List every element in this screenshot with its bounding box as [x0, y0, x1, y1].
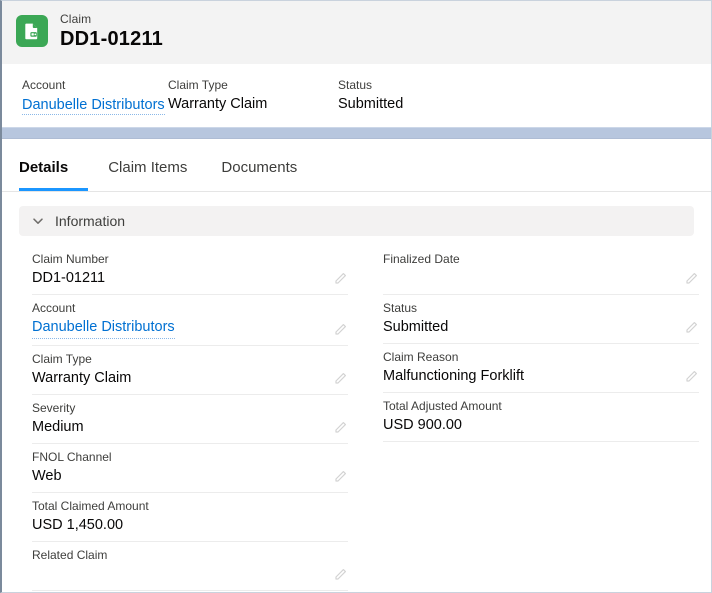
- field-claim-type: Claim Type Warranty Claim: [32, 346, 348, 395]
- account-link[interactable]: Danubelle Distributors: [22, 97, 165, 115]
- edit-pencil-icon[interactable]: [683, 320, 699, 336]
- tab-claim-items[interactable]: Claim Items: [94, 147, 201, 191]
- highlight-label: Account: [22, 78, 66, 92]
- record-header-titles: Claim DD1-01211: [60, 12, 163, 51]
- field-claim-number: Claim Number DD1-01211: [32, 246, 348, 295]
- highlight-field-account: Account Danubelle Distributors: [22, 78, 168, 127]
- field-label: Total Adjusted Amount: [383, 399, 502, 413]
- field-label: Claim Number: [32, 252, 109, 266]
- field-value: Web: [32, 468, 62, 484]
- highlight-label: Status: [338, 78, 373, 92]
- highlight-value: Submitted: [338, 96, 404, 112]
- page-title: DD1-01211: [60, 28, 163, 51]
- edit-pencil-icon[interactable]: [332, 567, 348, 583]
- field-label: Related Claim: [32, 548, 108, 562]
- field-value: Submitted: [383, 319, 449, 335]
- edit-pencil-icon[interactable]: [332, 322, 348, 338]
- field-label: Claim Type: [32, 352, 92, 366]
- claim-document-icon: [16, 15, 48, 47]
- highlight-field-claim-type: Claim Type Warranty Claim: [168, 78, 338, 127]
- edit-pencil-icon[interactable]: [332, 271, 348, 287]
- field-label: Finalized Date: [383, 252, 460, 266]
- chevron-down-icon: [31, 214, 45, 228]
- field-account: Account Danubelle Distributors: [32, 295, 348, 346]
- field-label: FNOL Channel: [32, 450, 112, 464]
- field-severity: Severity Medium: [32, 395, 348, 444]
- field-finalized-date: Finalized Date: [383, 246, 699, 295]
- field-value: Medium: [32, 419, 84, 435]
- field-label: Total Claimed Amount: [32, 499, 149, 513]
- field-status: Status Submitted: [383, 295, 699, 344]
- edit-pencil-icon[interactable]: [683, 271, 699, 287]
- field-column-left: Claim Number DD1-01211 Account Danubelle…: [19, 246, 348, 591]
- field-label: Claim Reason: [383, 350, 459, 364]
- information-section-header[interactable]: Information: [19, 206, 694, 236]
- section-divider-band: [2, 127, 711, 139]
- highlight-value: Warranty Claim: [168, 96, 268, 112]
- field-value: DD1-01211: [32, 270, 106, 286]
- object-type-label: Claim: [60, 12, 92, 26]
- tab-documents[interactable]: Documents: [207, 147, 311, 191]
- field-label: Severity: [32, 401, 76, 415]
- field-value: USD 900.00: [383, 417, 462, 433]
- field-value: [383, 269, 673, 288]
- field-value: USD 1,450.00: [32, 517, 124, 533]
- section-title: Information: [55, 213, 126, 229]
- field-value: [32, 565, 322, 584]
- field-value: Warranty Claim: [32, 370, 132, 386]
- field-grid: Claim Number DD1-01211 Account Danubelle…: [19, 236, 699, 591]
- field-value-account-link[interactable]: Danubelle Distributors: [32, 318, 175, 339]
- field-label: Status: [383, 301, 418, 315]
- edit-pencil-icon[interactable]: [332, 420, 348, 436]
- field-related-claim: Related Claim: [32, 542, 348, 591]
- edit-pencil-icon[interactable]: [332, 371, 348, 387]
- claim-record-page: Claim DD1-01211 Account Danubelle Distri…: [0, 0, 712, 593]
- field-claim-reason: Claim Reason Malfunctioning Forklift: [383, 344, 699, 393]
- record-header: Claim DD1-01211: [2, 1, 711, 64]
- record-tabs: Details Claim Items Documents: [2, 147, 711, 192]
- highlight-fields: Account Danubelle Distributors Claim Typ…: [2, 64, 711, 127]
- edit-pencil-icon[interactable]: [332, 469, 348, 485]
- field-fnol-channel: FNOL Channel Web: [32, 444, 348, 493]
- field-value: Malfunctioning Forklift: [383, 368, 525, 384]
- field-total-claimed-amount: Total Claimed Amount USD 1,450.00: [32, 493, 348, 542]
- information-section: Information Claim Number DD1-01211 Accou…: [19, 206, 699, 591]
- edit-pencil-icon[interactable]: [683, 369, 699, 385]
- tab-details[interactable]: Details: [19, 147, 89, 191]
- field-total-adjusted-amount: Total Adjusted Amount USD 900.00: [383, 393, 699, 442]
- field-column-right: Finalized Date Status Submitted Claim Re…: [373, 246, 699, 591]
- highlight-label: Claim Type: [168, 78, 228, 92]
- field-label: Account: [32, 301, 76, 315]
- highlight-field-status: Status Submitted: [338, 78, 484, 127]
